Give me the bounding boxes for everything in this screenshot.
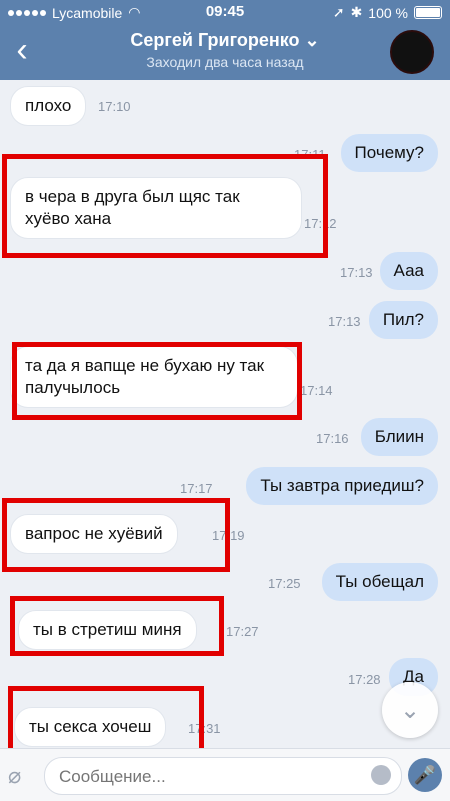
highlight-box: [10, 596, 224, 656]
contact-title-button[interactable]: Сергей Григоренко ⌄: [0, 30, 450, 51]
message-time: 17:28: [348, 672, 381, 687]
paperclip-icon: ⌀: [8, 763, 22, 788]
status-bar: Lycamobile ◠ 09:45 ➚ ✱ 100 %: [0, 0, 450, 24]
message-text: Ты обещал: [335, 572, 424, 591]
chevron-down-icon: ⌄: [399, 696, 421, 724]
last-seen-status: Заходил два часа назад: [146, 54, 304, 70]
message-time: 17:16: [316, 431, 349, 446]
outgoing-message[interactable]: Блиин: [360, 418, 438, 456]
highlight-box: [2, 154, 328, 258]
contact-name: Сергей Григоренко: [130, 30, 300, 50]
highlight-box: [12, 342, 302, 420]
attach-button[interactable]: ⌀: [8, 763, 21, 789]
battery-icon: [414, 6, 442, 19]
incoming-message[interactable]: плохо: [10, 86, 87, 126]
avatar[interactable]: [390, 30, 434, 74]
message-text: Пил?: [382, 310, 424, 329]
message-time: 17:27: [226, 624, 259, 639]
message-text: плохо: [25, 96, 72, 115]
message-time: 17:25: [268, 576, 301, 591]
highlight-box: [2, 498, 230, 572]
message-text: Почему?: [354, 143, 424, 162]
message-time: 17:13: [340, 265, 373, 280]
outgoing-message[interactable]: Ты завтра приедиш?: [246, 467, 438, 505]
scroll-down-button[interactable]: ⌄: [382, 682, 438, 738]
message-input-bar: ⌀ 🎤: [0, 748, 450, 801]
message-list[interactable]: плохо 17:10 17:11 Почему? в чера в друга…: [0, 80, 450, 748]
message-time: 17:17: [180, 481, 213, 496]
message-time: 17:14: [300, 383, 333, 398]
voice-message-button[interactable]: 🎤: [408, 758, 442, 792]
highlight-box: [8, 686, 204, 748]
message-text: Блиин: [374, 427, 424, 446]
location-icon: ➚: [332, 4, 345, 20]
outgoing-message[interactable]: Пил?: [368, 301, 438, 339]
message-text: Ааа: [393, 261, 424, 280]
outgoing-message[interactable]: Ты обещал: [321, 563, 438, 601]
chevron-down-icon: ⌄: [304, 30, 320, 50]
message-input-field[interactable]: [44, 757, 402, 795]
chat-header: ‹ Сергей Григоренко ⌄ Заходил два часа н…: [0, 24, 450, 80]
microphone-icon: 🎤: [413, 764, 437, 785]
outgoing-message[interactable]: Ааа: [379, 252, 438, 290]
bluetooth-icon: ✱: [350, 4, 363, 20]
message-input[interactable]: [57, 766, 351, 788]
message-time: 17:10: [98, 99, 131, 114]
sticker-button[interactable]: [371, 765, 391, 785]
message-time: 17:13: [328, 314, 361, 329]
message-text: Ты завтра приедиш?: [260, 476, 424, 495]
outgoing-message[interactable]: Почему?: [340, 134, 438, 172]
battery-label: 100 %: [368, 4, 408, 21]
